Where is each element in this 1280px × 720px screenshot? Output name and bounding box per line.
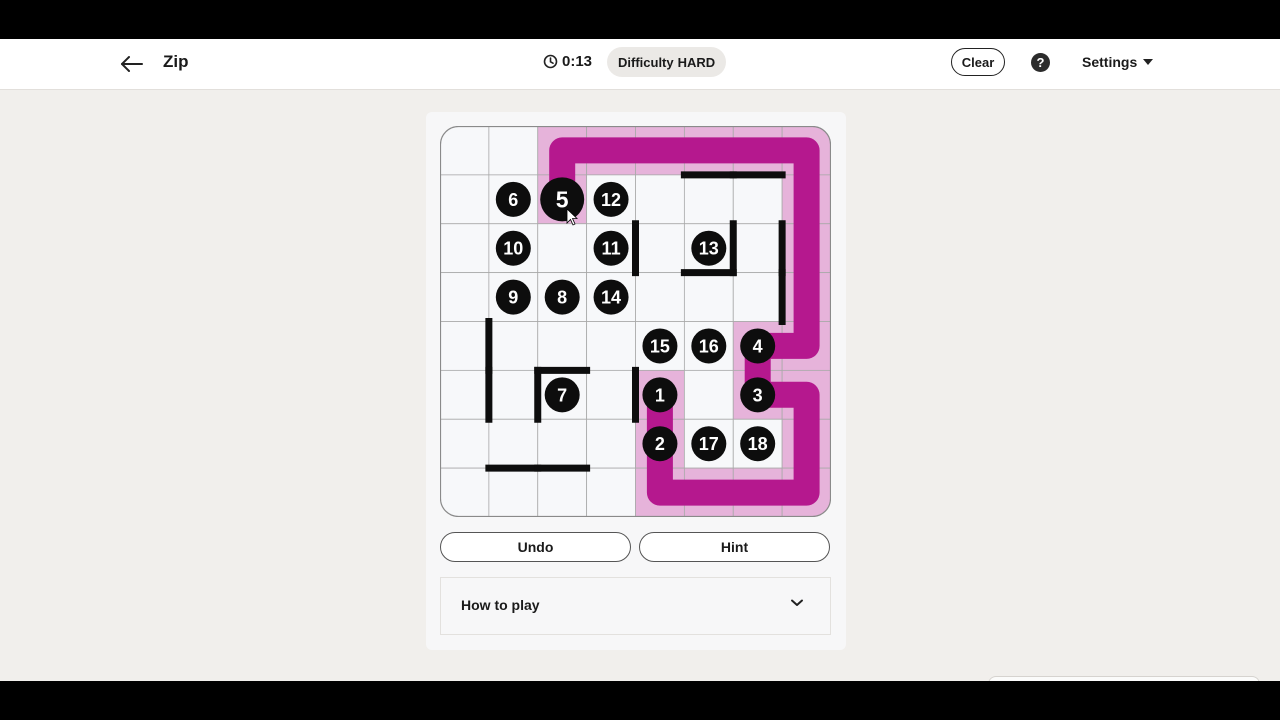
page-title: Zip — [163, 52, 189, 71]
board-cell[interactable] — [537, 467, 588, 517]
board-cell[interactable] — [440, 369, 490, 420]
caret-down-icon — [1143, 59, 1154, 65]
board-cell[interactable] — [635, 223, 685, 274]
number-label: 18 — [748, 434, 768, 454]
board-cell[interactable] — [732, 223, 783, 274]
number-dot[interactable]: 16 — [691, 328, 727, 364]
board-cell[interactable] — [440, 272, 490, 322]
number-dot[interactable]: 13 — [691, 230, 727, 266]
board-cell[interactable] — [586, 321, 636, 371]
board-cell[interactable] — [488, 467, 539, 517]
number-dot[interactable]: 18 — [740, 426, 776, 462]
game-panel: 6 5 12 10 11 13 9 8 14 15 16 4 7 1 3 2 17 18 Undo Hint Ho… — [426, 112, 846, 650]
number-dot[interactable]: 2 — [642, 426, 678, 462]
settings-label: Settings — [1082, 54, 1138, 70]
number-label: 15 — [650, 336, 670, 356]
board-cell[interactable] — [586, 467, 636, 517]
board-cell[interactable] — [488, 369, 539, 420]
number-dot[interactable]: 17 — [691, 426, 727, 462]
number-dot[interactable]: 7 — [544, 377, 580, 413]
number-dot[interactable]: 8 — [544, 279, 580, 315]
number-dot[interactable]: 9 — [495, 279, 531, 315]
number-dot[interactable]: 4 — [740, 328, 776, 364]
board-cell[interactable] — [440, 418, 490, 469]
back-button[interactable] — [118, 51, 146, 77]
number-label: 2 — [655, 434, 665, 454]
number-label: 1 — [655, 385, 665, 405]
board-cell[interactable] — [488, 126, 539, 176]
board-cell[interactable] — [440, 126, 490, 176]
number-dot[interactable]: 11 — [593, 230, 629, 266]
undo-button[interactable]: Undo — [440, 532, 631, 562]
number-label: 7 — [557, 385, 567, 405]
board-cell[interactable] — [488, 321, 539, 371]
number-label: 16 — [699, 336, 719, 356]
board-cell[interactable] — [488, 418, 539, 469]
clock-icon — [543, 54, 558, 69]
number-label: 13 — [699, 239, 719, 259]
arrow-left-icon — [121, 56, 143, 72]
control-buttons: Undo Hint — [440, 532, 831, 562]
difficulty-value: HARD — [677, 54, 716, 70]
hint-button[interactable]: Hint — [639, 532, 830, 562]
board-cell[interactable] — [635, 272, 685, 322]
number-label: 17 — [699, 434, 719, 454]
number-dot[interactable]: 10 — [495, 230, 531, 266]
timer-value: 0:13 — [562, 53, 593, 70]
clear-button[interactable]: Clear — [951, 48, 1005, 76]
board-cell[interactable] — [635, 174, 685, 225]
difficulty-label: Difficulty — [618, 54, 674, 70]
number-label: 12 — [601, 190, 621, 210]
difficulty-badge: Difficulty HARD — [607, 47, 727, 77]
timer: 0:13 — [543, 53, 592, 70]
board-cell[interactable] — [537, 418, 588, 469]
help-button[interactable]: ? — [1031, 53, 1050, 72]
app: Zip 0:13 Difficulty HARD Clear ? Setting… — [0, 39, 1280, 681]
board-cell[interactable] — [683, 174, 734, 225]
number-label: 8 — [557, 288, 567, 308]
chevron-down-icon — [791, 599, 803, 606]
board-cell[interactable] — [440, 223, 490, 274]
game-board[interactable]: 6 5 12 10 11 13 9 8 14 15 16 4 7 1 3 2 17 18 — [440, 126, 831, 517]
number-label: 6 — [508, 190, 518, 210]
number-label: 14 — [601, 288, 621, 308]
letterbox-top — [0, 0, 1280, 39]
number-dot[interactable]: 5 — [540, 177, 585, 222]
how-to-play-toggle[interactable]: How to play — [440, 577, 831, 635]
number-label: 9 — [508, 288, 518, 308]
board-cell[interactable] — [732, 272, 783, 322]
board-cell[interactable] — [537, 321, 588, 371]
board-cell[interactable] — [683, 369, 734, 420]
board-cell[interactable] — [586, 418, 636, 469]
board-cell[interactable] — [586, 369, 636, 420]
board-cell[interactable] — [537, 223, 588, 274]
board-grid[interactable]: 6 5 1210 11 139 8 1415 16 47 1 32 17 18 — [440, 126, 831, 517]
number-label: 11 — [602, 239, 621, 259]
number-dot[interactable]: 6 — [495, 181, 531, 217]
number-dot[interactable]: 14 — [593, 279, 629, 315]
number-dot[interactable]: 3 — [740, 377, 776, 413]
board-cell[interactable] — [440, 174, 490, 225]
board-cell[interactable] — [683, 272, 734, 322]
number-label: 4 — [753, 336, 763, 356]
how-to-play-label: How to play — [461, 597, 540, 613]
board-cell[interactable] — [732, 174, 783, 225]
number-label: 3 — [753, 385, 763, 405]
number-label: 10 — [503, 239, 523, 259]
number-dot[interactable]: 1 — [642, 377, 678, 413]
letterbox-bottom — [0, 681, 1280, 720]
question-mark-icon: ? — [1036, 55, 1045, 70]
board-cell[interactable] — [440, 321, 490, 371]
number-dot[interactable]: 15 — [642, 328, 678, 364]
header-bar: Zip 0:13 Difficulty HARD Clear ? Setting… — [0, 39, 1280, 90]
number-dot[interactable]: 12 — [593, 181, 629, 217]
settings-button[interactable]: Settings — [1082, 54, 1154, 70]
board-cell[interactable] — [440, 467, 490, 517]
